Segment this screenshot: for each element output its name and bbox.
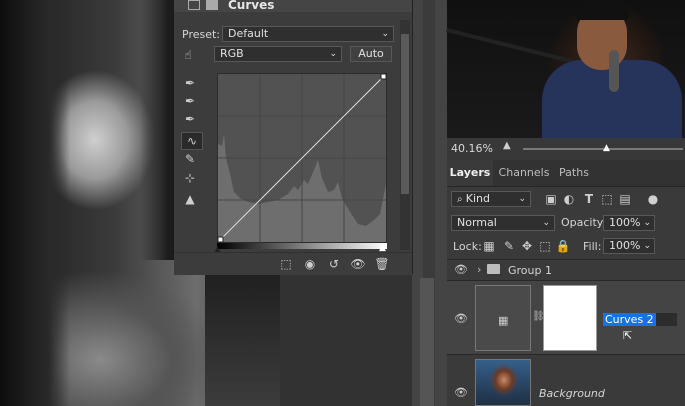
curve-point-icon[interactable]: ∿ <box>181 132 203 150</box>
mask-icon[interactable] <box>206 0 218 10</box>
fill-field[interactable]: 100% ⌄ <box>603 238 655 254</box>
properties-panel: Curves Preset: Default ⌄ ☝ RGB ⌄ Auto ✒ … <box>174 0 413 275</box>
black-point-handle[interactable] <box>217 236 224 243</box>
folder-icon <box>487 264 500 274</box>
opacity-field[interactable]: 100% ⌄ <box>603 215 655 231</box>
curves-graph[interactable] <box>217 73 387 243</box>
properties-footer: ⬚ ◉ ↺ 👁 🗑 <box>174 252 412 275</box>
reset-icon[interactable]: ↺ <box>326 256 342 272</box>
layer-name-group-1[interactable]: Group 1 <box>508 264 552 277</box>
fill-label: Fill: <box>583 240 602 253</box>
tab-layers[interactable]: Layers <box>447 160 493 186</box>
properties-header: Curves <box>174 0 412 12</box>
properties-scrollbar[interactable] <box>400 20 410 250</box>
image-filter-icon[interactable]: ▣ <box>543 191 559 207</box>
search-icon: ⌕ <box>457 194 466 205</box>
opacity-label: Opacity: <box>561 216 607 229</box>
smart-object-filter-icon[interactable]: ▤ <box>617 191 633 207</box>
webcam-overlay <box>446 0 685 138</box>
zoom-level[interactable]: 40.16% <box>451 142 493 155</box>
chevron-right-icon[interactable]: › <box>477 263 481 276</box>
input-gradient-bar <box>217 243 387 249</box>
photo-region-left <box>0 0 70 406</box>
target-adjust-icon[interactable]: ☝ <box>180 47 196 63</box>
panel-divider <box>412 0 447 406</box>
visibility-icon[interactable]: 👁 <box>350 256 366 272</box>
chevron-down-icon: ⌄ <box>518 194 526 204</box>
layer-row-curves-2[interactable]: 👁 ▦ ⛓ Curves 2 ⇱ <box>447 281 685 354</box>
mountain-small-icon[interactable]: ▲ <box>503 140 519 154</box>
clip-to-layer-icon[interactable]: ⬚ <box>278 256 294 272</box>
curves-histogram-svg <box>217 73 387 243</box>
white-point-eyedropper-icon[interactable]: ✒ <box>182 111 198 127</box>
chevron-down-icon: ⌄ <box>329 49 337 59</box>
preset-label: Preset: <box>182 28 221 41</box>
layers-tabs: Layers Channels Paths <box>447 160 685 187</box>
preset-select[interactable]: Default ⌄ <box>222 26 394 42</box>
cursor-icon: ⇱ <box>623 329 633 342</box>
properties-title: Curves <box>228 0 275 12</box>
shape-filter-icon[interactable]: ⬚ <box>599 191 615 207</box>
scrollbar-thumb[interactable] <box>420 278 434 406</box>
layer-name-field[interactable]: Curves 2 <box>603 313 677 326</box>
zoom-strip: 40.16% ▲ ▲ <box>447 138 685 160</box>
tab-channels[interactable]: Channels <box>497 160 551 186</box>
lock-all-icon[interactable]: 🔒 <box>555 238 571 254</box>
chevron-down-icon: ⌄ <box>643 218 651 228</box>
background-layer-thumbnail[interactable] <box>475 359 531 406</box>
auto-button[interactable]: Auto <box>350 46 392 62</box>
gray-point-eyedropper-icon[interactable]: ✒ <box>182 93 198 109</box>
channel-select[interactable]: RGB ⌄ <box>214 46 342 62</box>
channel-value: RGB <box>220 47 244 60</box>
pencil-icon[interactable]: ✎ <box>182 151 198 167</box>
white-point-handle[interactable] <box>380 73 387 80</box>
photo-region-background <box>205 270 280 406</box>
blend-mode-value: Normal <box>457 216 497 229</box>
canvas-right-area <box>280 274 412 406</box>
microphone <box>609 50 619 92</box>
opacity-value: 100% <box>609 216 641 229</box>
curves-adjustment-icon <box>188 0 200 10</box>
layer-row-group-1[interactable]: 👁 › Group 1 <box>447 260 685 280</box>
eye-icon[interactable]: 👁 <box>454 313 468 324</box>
zoom-slider-thumb-icon[interactable]: ▲ <box>603 143 610 153</box>
chevron-down-icon: ⌄ <box>381 29 389 39</box>
curves-adjustment-icon: ▦ <box>498 314 509 327</box>
layer-filter-value: Kind <box>465 192 491 205</box>
eye-icon[interactable]: 👁 <box>454 387 468 398</box>
layer-filter-select[interactable]: ⌕ Kind ⌄ <box>451 191 531 207</box>
tab-paths[interactable]: Paths <box>559 160 589 186</box>
layers-panel: Layers Channels Paths ⌕ Kind ⌄ ▣ ◐ T ⬚ ▤… <box>447 160 685 406</box>
lock-move-icon[interactable]: ✥ <box>519 238 535 254</box>
smooth-icon[interactable]: ⊹ <box>182 170 198 186</box>
lock-label: Lock: <box>453 240 482 253</box>
lock-transparent-icon[interactable]: ▦ <box>481 238 497 254</box>
chevron-down-icon: ⌄ <box>542 218 550 228</box>
curves-layer-thumbnail[interactable]: ▦ <box>475 285 531 351</box>
properties-scroll-thumb[interactable] <box>401 34 409 194</box>
clipping-warning-icon[interactable]: ▲ <box>182 191 198 207</box>
blend-mode-select[interactable]: Normal ⌄ <box>451 215 555 231</box>
view-previous-icon[interactable]: ◉ <box>302 256 318 272</box>
chevron-down-icon: ⌄ <box>643 241 651 251</box>
eye-icon[interactable]: 👁 <box>454 264 468 275</box>
lock-paint-icon[interactable]: ✎ <box>501 238 517 254</box>
adjustment-filter-icon[interactable]: ◐ <box>561 191 577 207</box>
black-point-eyedropper-icon[interactable]: ✒ <box>182 75 198 91</box>
filter-toggle-icon[interactable]: ● <box>645 191 661 207</box>
delete-icon[interactable]: 🗑 <box>374 256 390 272</box>
layer-mask-thumbnail[interactable] <box>543 285 597 351</box>
presenter-hair <box>575 0 629 20</box>
layer-row-background[interactable]: 👁 Background <box>447 355 685 406</box>
lock-artboard-icon[interactable]: ⬚ <box>537 238 553 254</box>
preset-value: Default <box>228 27 269 40</box>
layer-name-curves-2[interactable]: Curves 2 <box>603 313 656 326</box>
type-filter-icon[interactable]: T <box>581 191 597 207</box>
layer-name-background[interactable]: Background <box>539 387 605 400</box>
fill-value: 100% <box>609 239 641 252</box>
